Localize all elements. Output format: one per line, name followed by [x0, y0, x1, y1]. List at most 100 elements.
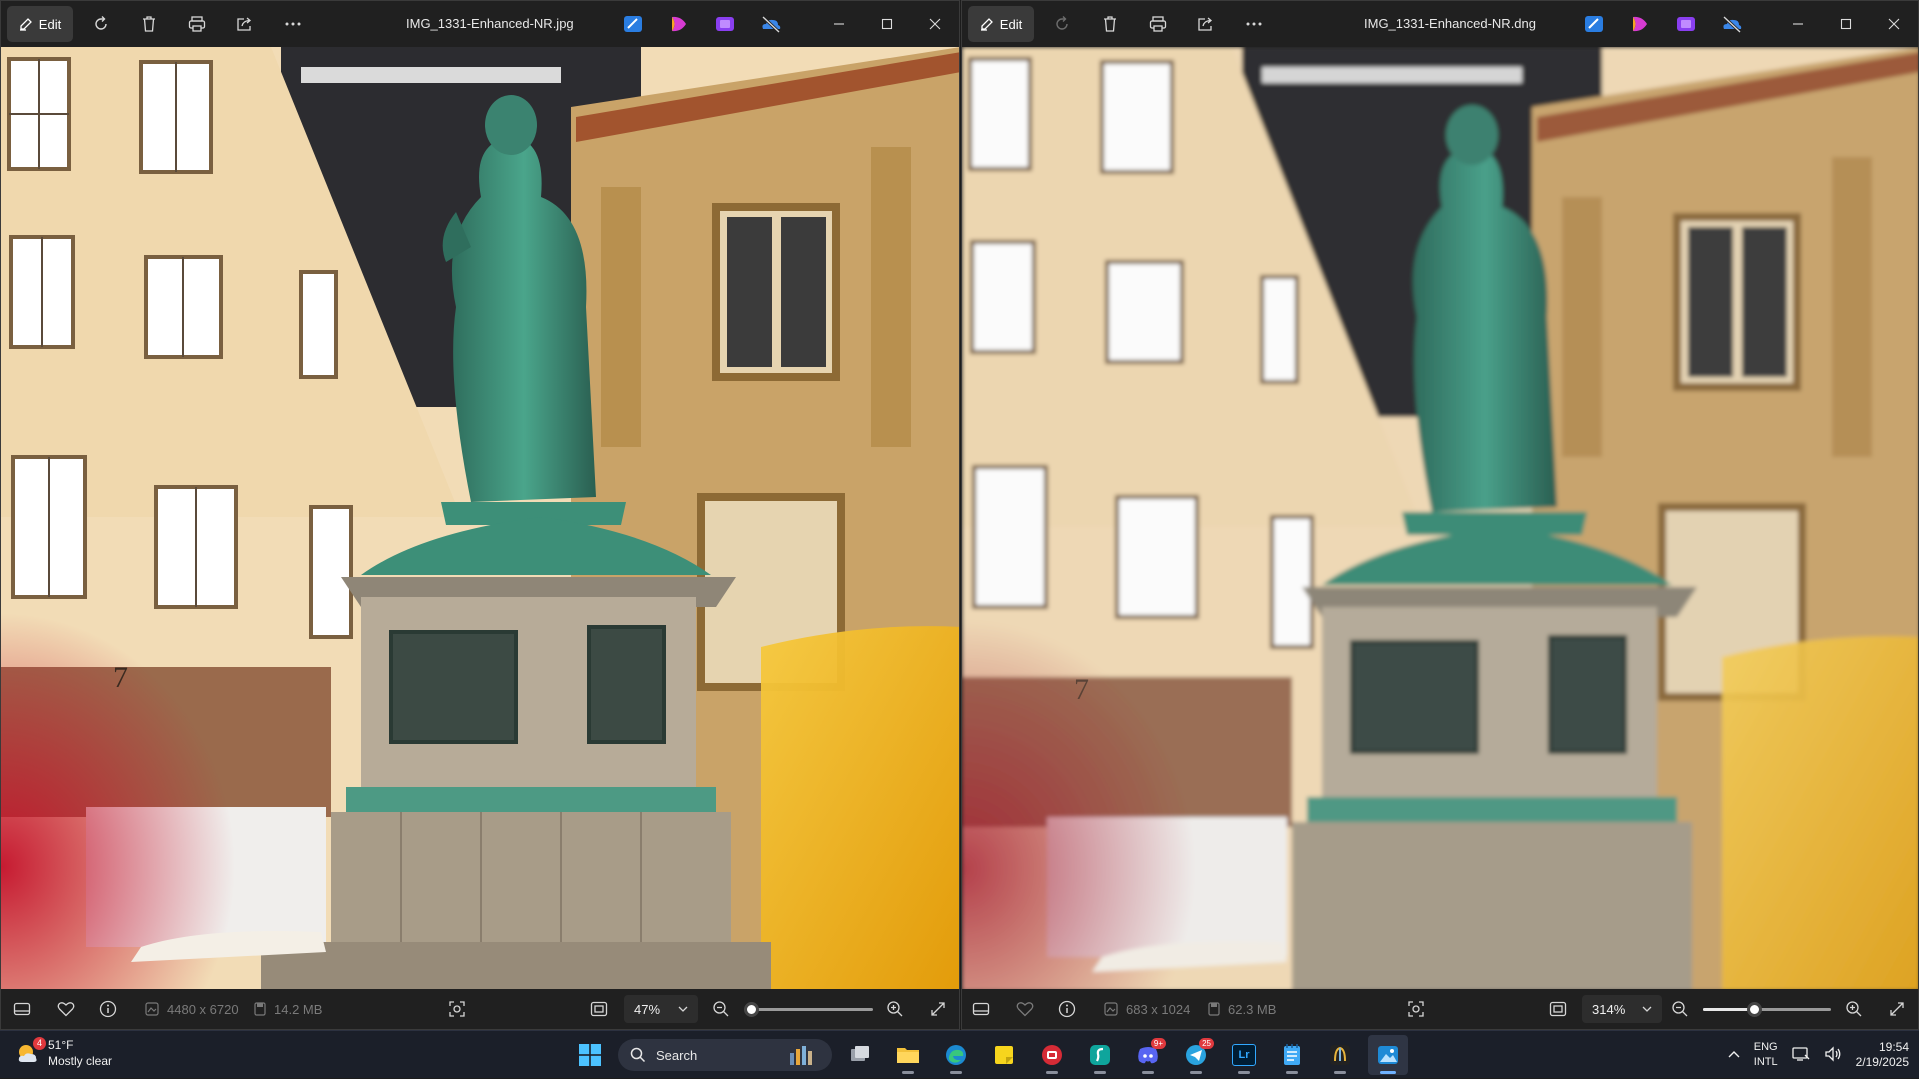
left-zoom-slider-thumb[interactable] — [744, 1002, 759, 1017]
taskbar-edge[interactable] — [936, 1035, 976, 1075]
taskbar-app-teal[interactable] — [1080, 1035, 1120, 1075]
image-size-icon — [1104, 1002, 1118, 1016]
left-visual-search-button[interactable] — [448, 989, 466, 1029]
right-zoom-value: 314% — [1592, 1002, 1625, 1017]
taskbar-app-red[interactable] — [1032, 1035, 1072, 1075]
right-visual-search-button[interactable] — [1407, 989, 1425, 1029]
start-button[interactable] — [570, 1035, 610, 1075]
dark-app-icon — [1328, 1043, 1352, 1067]
left-maximize-button[interactable] — [863, 1, 911, 47]
taskbar-notepad[interactable] — [1272, 1035, 1312, 1075]
zoom-in-icon — [886, 1000, 904, 1018]
left-file-size-text: 14.2 MB — [274, 1002, 322, 1017]
onedrive-off-icon[interactable] — [1720, 14, 1744, 34]
right-rotate-button[interactable] — [1042, 6, 1082, 42]
left-delete-button[interactable] — [129, 6, 169, 42]
right-favorite-button[interactable] — [1016, 989, 1034, 1029]
right-zoom-slider-thumb[interactable] — [1747, 1002, 1762, 1017]
left-print-button[interactable] — [177, 6, 217, 42]
task-view-icon — [849, 1045, 871, 1065]
telegram-badge: 25 — [1199, 1038, 1214, 1049]
system-tray: ENG INTL 19:54 2/19/2025 — [1728, 1031, 1909, 1079]
onedrive-off-icon[interactable] — [759, 14, 783, 34]
rotate-icon — [1053, 15, 1071, 33]
clipchamp-icon[interactable] — [1674, 14, 1698, 34]
right-zoom-out-button[interactable] — [1671, 989, 1689, 1029]
left-favorite-button[interactable] — [57, 989, 75, 1029]
left-minimize-button[interactable] — [815, 1, 863, 47]
right-zoom-slider[interactable] — [1703, 1008, 1831, 1011]
search-label: Search — [656, 1048, 697, 1063]
tray-overflow-button[interactable] — [1728, 1049, 1740, 1061]
left-photo-canvas[interactable]: 7 — [1, 47, 959, 991]
close-icon — [929, 18, 941, 30]
right-print-button[interactable] — [1138, 6, 1178, 42]
taskbar: 4 51°F Mostly clear Search — [0, 1030, 1919, 1078]
left-zoom-in-button[interactable] — [886, 989, 904, 1029]
weather-widget[interactable]: 4 51°F Mostly clear — [14, 1037, 112, 1069]
left-info-button[interactable] — [99, 989, 117, 1029]
search-highlight-icon — [786, 1043, 822, 1067]
share-icon — [1197, 16, 1215, 32]
print-icon — [1149, 16, 1167, 32]
right-delete-button[interactable] — [1090, 6, 1130, 42]
photo-editor-icon[interactable] — [621, 14, 645, 34]
search-icon — [630, 1047, 646, 1063]
left-share-button[interactable] — [225, 6, 265, 42]
taskbar-app-dark[interactable] — [1320, 1035, 1360, 1075]
right-edit-button[interactable]: Edit — [968, 6, 1034, 42]
right-zoom-in-button[interactable] — [1845, 989, 1863, 1029]
windows-logo-icon — [579, 1044, 601, 1066]
copilot-designer-icon[interactable] — [667, 14, 691, 34]
language-secondary: INTL — [1754, 1055, 1778, 1070]
taskbar-lightroom[interactable]: Lr — [1224, 1035, 1264, 1075]
volume-button[interactable] — [1824, 1046, 1842, 1065]
fit-icon — [590, 1001, 608, 1017]
taskbar-file-explorer[interactable] — [888, 1035, 928, 1075]
taskbar-photos[interactable] — [1368, 1035, 1408, 1075]
left-fullscreen-button[interactable] — [930, 989, 946, 1029]
zoom-in-icon — [1845, 1000, 1863, 1018]
network-button[interactable] — [1792, 1046, 1810, 1065]
zoom-out-icon — [712, 1000, 730, 1018]
fullscreen-icon — [1889, 1001, 1905, 1017]
discord-badge: 9+ — [1151, 1038, 1166, 1049]
taskbar-search[interactable]: Search — [618, 1039, 832, 1071]
right-filmstrip-button[interactable] — [972, 989, 990, 1029]
right-fullscreen-button[interactable] — [1889, 989, 1905, 1029]
photo-editor-icon[interactable] — [1582, 14, 1606, 34]
left-filmstrip-button[interactable] — [13, 989, 31, 1029]
right-info-button[interactable] — [1058, 989, 1076, 1029]
left-zoom-dropdown[interactable]: 47% — [624, 995, 698, 1023]
clock[interactable]: 19:54 2/19/2025 — [1856, 1040, 1909, 1070]
taskbar-discord[interactable]: 9+ — [1128, 1035, 1168, 1075]
right-photo-canvas[interactable]: 7 — [962, 47, 1918, 991]
right-more-button[interactable] — [1234, 6, 1274, 42]
running-indicator — [1094, 1071, 1106, 1074]
right-zoom-dropdown[interactable]: 314% — [1582, 995, 1662, 1023]
left-close-button[interactable] — [911, 1, 959, 47]
right-photo-window: Edit IMG_1331-Enhanced-NR.dng — [961, 0, 1919, 1030]
right-house-number: 7 — [1074, 673, 1089, 706]
taskbar-telegram[interactable]: 25 — [1176, 1035, 1216, 1075]
left-edit-button[interactable]: Edit — [7, 6, 73, 42]
left-more-button[interactable] — [273, 6, 313, 42]
left-fit-button[interactable] — [590, 989, 608, 1029]
left-zoom-out-button[interactable] — [712, 989, 730, 1029]
running-indicator — [1238, 1071, 1250, 1074]
right-titlebar: Edit IMG_1331-Enhanced-NR.dng — [962, 1, 1918, 47]
right-fit-button[interactable] — [1549, 989, 1567, 1029]
clipchamp-icon[interactable] — [713, 14, 737, 34]
right-maximize-button[interactable] — [1822, 1, 1870, 47]
language-indicator[interactable]: ENG INTL — [1754, 1040, 1778, 1070]
edge-icon — [944, 1043, 968, 1067]
copilot-designer-icon[interactable] — [1628, 14, 1652, 34]
task-view-button[interactable] — [840, 1035, 880, 1075]
left-zoom-slider[interactable] — [745, 1008, 873, 1011]
taskbar-sticky-notes[interactable] — [984, 1035, 1024, 1075]
right-share-button[interactable] — [1186, 6, 1226, 42]
photos-icon — [1376, 1044, 1400, 1066]
right-minimize-button[interactable] — [1774, 1, 1822, 47]
right-close-button[interactable] — [1870, 1, 1918, 47]
left-rotate-button[interactable] — [81, 6, 121, 42]
